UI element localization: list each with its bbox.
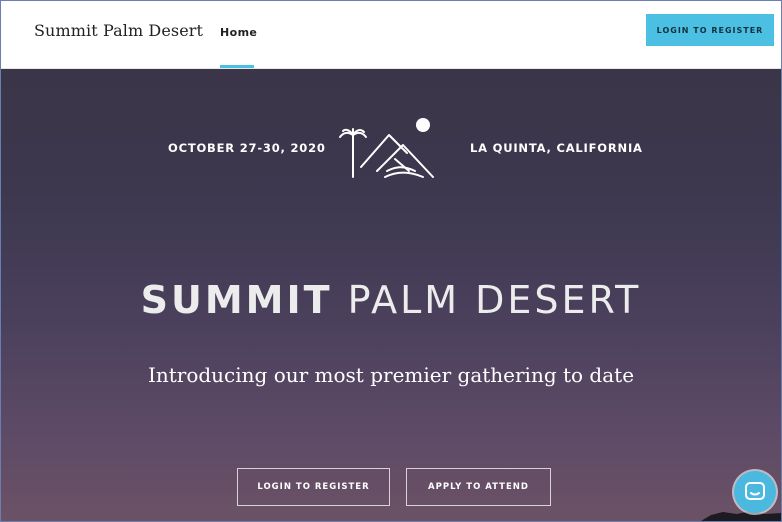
event-date: OCTOBER 27-30, 2020: [168, 141, 326, 155]
palm-mountain-sun-logo-icon: [339, 118, 434, 178]
hero-title-bold: SUMMIT: [140, 278, 333, 322]
chat-launcher-button[interactable]: [734, 471, 776, 513]
brand-logo-text[interactable]: Summit Palm Desert: [34, 21, 203, 40]
hero-title: SUMMIT PALM DESERT: [1, 278, 781, 322]
nav-active-indicator: [220, 65, 254, 68]
hero-section: OCTOBER 27-30, 2020 LA QUINTA, CALIFORNI…: [1, 69, 781, 521]
hero-title-light: PALM DESERT: [347, 278, 642, 322]
apply-to-attend-button[interactable]: APPLY TO ATTEND: [406, 468, 551, 506]
site-header: Summit Palm Desert Home LOGIN TO REGISTE…: [1, 1, 781, 69]
hero-login-to-register-button[interactable]: LOGIN TO REGISTER: [237, 468, 390, 506]
hero-subtitle: Introducing our most premier gathering t…: [147, 363, 635, 387]
chat-icon: [745, 482, 765, 500]
page: Summit Palm Desert Home LOGIN TO REGISTE…: [0, 0, 782, 522]
header-login-to-register-button[interactable]: LOGIN TO REGISTER: [646, 14, 774, 46]
event-location: LA QUINTA, CALIFORNIA: [470, 141, 643, 155]
nav-item-home[interactable]: Home: [220, 26, 257, 39]
